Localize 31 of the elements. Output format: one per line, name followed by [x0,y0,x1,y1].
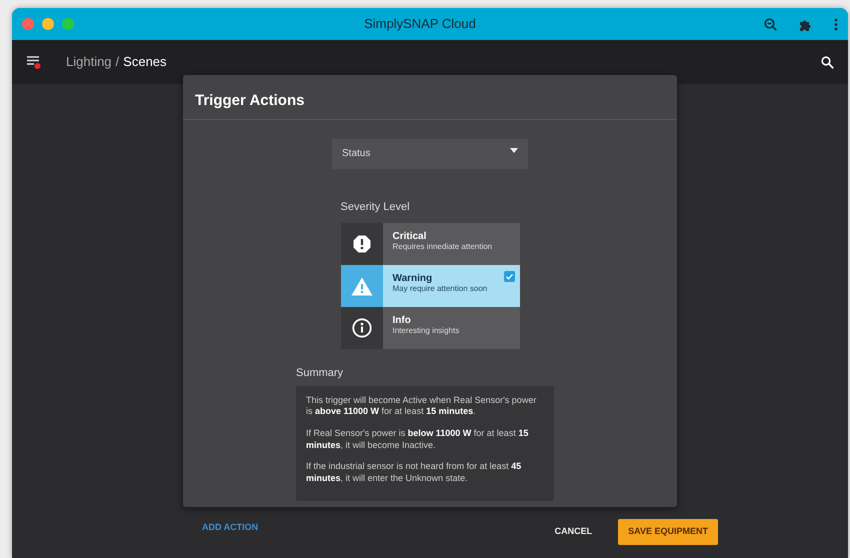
summary-label: Summary [296,367,344,379]
warning-triangle-icon [350,276,372,296]
cancel-button[interactable]: CANCEL [544,519,602,544]
info-icon [352,318,372,338]
option-title: Warning [392,273,432,284]
summary-panel: This trigger will become Active when Real Sensor's power is above 11000 W for at least 15 minutes. If Real Sensor's power is below 11000 W for at least 15 minutes, it will become Inactive. If the industrial sensor is not heard from for at least 45 minutes, it will enter the Unknown state. [296,386,554,501]
alert-octagon-icon [352,235,370,253]
breadcrumb-item: Scenes [123,53,167,72]
breadcrumb-separator: / [116,53,120,72]
dialog-title: Trigger Actions [195,92,304,109]
zoom-dot[interactable] [62,18,74,30]
dropdown-caret-icon [510,148,518,153]
close-dot[interactable] [22,18,34,30]
option-subtitle: Interesting insights [392,326,460,335]
severity-label: Severity Level [340,200,410,212]
search-icon[interactable] [821,56,834,68]
menu-icon[interactable] [26,54,42,70]
puzzle-icon[interactable] [799,18,812,30]
breadcrumb-item[interactable]: Lighting [66,52,112,72]
minimize-dot[interactable] [42,18,54,30]
option-subtitle: May require attention soon [392,284,488,293]
window-title: SimplySNAP Cloud [364,16,476,31]
checkbox-checked-icon[interactable] [504,271,514,282]
save-button[interactable]: SAVE EQUIPMENT [618,519,718,544]
option-title: Critical [392,231,426,242]
option-title: Info [392,315,411,326]
zoom-out-icon[interactable] [764,18,777,30]
add-action-link[interactable]: ADD ACTION [202,520,258,534]
option-subtitle: Requires innediate attention [392,242,492,251]
more-icon[interactable] [834,18,838,30]
status-select[interactable]: Status [332,138,528,168]
